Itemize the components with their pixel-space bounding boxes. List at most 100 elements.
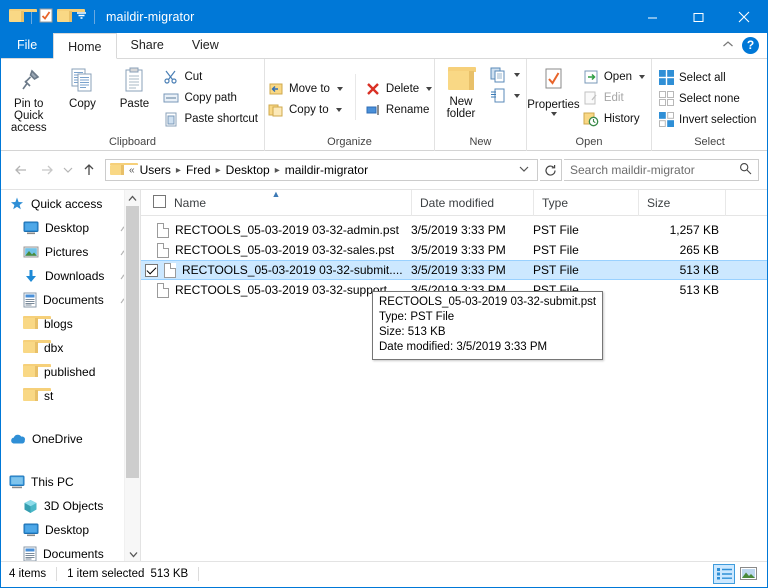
search-icon[interactable] [739, 162, 752, 178]
column-headers: ▲ Name Date modified Type Size [141, 189, 767, 216]
breadcrumb-chevron-icon[interactable]: ▸ [175, 165, 182, 176]
file-list-pane: ▲ Name Date modified Type Size RECTOOLS_… [141, 189, 767, 561]
paste-shortcut-button[interactable]: Paste shortcut [160, 108, 264, 129]
back-button[interactable] [9, 158, 33, 182]
sidebar-item-downloads[interactable]: Downloads [1, 264, 140, 288]
copy-path-button[interactable]: Copy path [160, 87, 264, 108]
easy-access-button[interactable] [487, 85, 526, 106]
sidebar-item-this-pc-desktop[interactable]: Desktop [1, 518, 140, 542]
help-button[interactable]: ? [742, 36, 759, 54]
tab-home[interactable]: Home [53, 33, 117, 59]
sidebar-item-quick-access[interactable]: Quick access [1, 192, 140, 216]
column-header-name[interactable]: ▲ Name [141, 189, 411, 216]
file-tooltip: RECTOOLS_05-03-2019 03-32-submit.pst Typ… [372, 291, 604, 360]
new-folder-icon[interactable] [57, 9, 85, 25]
ribbon-group-clipboard: Pin to Quick access Copy Paste Cut Copy … [1, 59, 264, 151]
pin-to-quick-access-button[interactable]: Pin to Quick access [1, 62, 56, 134]
address-dropdown-icon[interactable] [513, 163, 535, 177]
table-row[interactable]: RECTOOLS_05-03-2019 03-32-submit.... 3/5… [141, 260, 767, 280]
maximize-button[interactable] [675, 1, 721, 33]
select-none-button[interactable]: Select none [656, 88, 762, 109]
close-button[interactable] [721, 1, 767, 33]
scroll-down-button[interactable] [125, 546, 140, 561]
sidebar-item-st[interactable]: st [1, 384, 140, 408]
sidebar-item-3d-objects[interactable]: 3D Objects [1, 494, 140, 518]
minimize-button[interactable] [629, 1, 675, 33]
header-checkbox[interactable] [141, 194, 166, 211]
invert-selection-button[interactable]: Invert selection [656, 109, 762, 130]
table-row[interactable]: RECTOOLS_05-03-2019 03-32-admin.pst 3/5/… [141, 220, 767, 240]
column-label: Type [542, 195, 569, 210]
breadcrumb-chevron-icon-2[interactable]: ▸ [215, 165, 222, 176]
properties-icon[interactable] [39, 8, 53, 26]
sidebar-item-dbx[interactable]: dbx [1, 336, 140, 360]
recent-locations-button[interactable] [61, 158, 75, 182]
breadcrumb-fred[interactable]: Fred [182, 163, 215, 177]
table-row[interactable]: RECTOOLS_05-03-2019 03-32-sales.pst 3/5/… [141, 240, 767, 260]
sidebar-item-documents[interactable]: Documents [1, 288, 140, 312]
new-folder-icon [448, 67, 476, 93]
move-to-icon [269, 83, 283, 94]
new-folder-button[interactable]: New folder [435, 62, 487, 120]
edit-button[interactable]: Edit [580, 87, 651, 108]
rename-button[interactable]: Rename [362, 99, 438, 120]
scrollbar-thumb[interactable] [126, 206, 139, 478]
sidebar-item-desktop[interactable]: Desktop [1, 216, 140, 240]
column-header-type[interactable]: Type [533, 189, 638, 216]
large-icons-view-button[interactable] [737, 564, 759, 584]
content-area: Quick access Desktop Pictures Downloads [1, 189, 767, 561]
invert-selection-icon [659, 112, 674, 127]
arrow-left-icon [15, 165, 26, 175]
pst-file-icon [164, 262, 176, 278]
address-box[interactable]: « Users ▸ Fred ▸ Desktop ▸ maildir-migra… [105, 159, 538, 181]
column-header-date-modified[interactable]: Date modified [411, 189, 533, 216]
paste-button[interactable]: Paste [108, 62, 160, 110]
properties-button[interactable]: Properties [527, 62, 580, 116]
breadcrumb-desktop[interactable]: Desktop [222, 163, 274, 177]
documents-icon [23, 292, 37, 308]
clipboard-small-commands: Cut Copy path Paste shortcut [160, 62, 264, 129]
scroll-up-button[interactable] [125, 190, 140, 206]
properties-caret-icon[interactable] [551, 112, 558, 116]
select-all-button[interactable]: Select all [656, 67, 762, 88]
row-checkbox[interactable] [145, 263, 158, 277]
new-item-button[interactable] [487, 64, 526, 85]
up-button[interactable] [77, 158, 101, 182]
breadcrumb-overflow[interactable]: « [128, 165, 136, 176]
move-to-button[interactable]: Move to [265, 78, 349, 99]
ribbon-collapse-icon[interactable] [722, 38, 734, 52]
desktop-icon [23, 221, 39, 235]
sidebar-item-this-pc-documents[interactable]: Documents [1, 542, 140, 561]
sidebar-item-pictures[interactable]: Pictures [1, 240, 140, 264]
file-size: 1,257 KB [669, 223, 719, 237]
breadcrumb-current[interactable]: maildir-migrator [281, 163, 372, 177]
breadcrumb-users[interactable]: Users [136, 163, 175, 177]
sidebar-item-this-pc[interactable]: This PC [1, 470, 140, 494]
tab-share[interactable]: Share [117, 32, 178, 58]
copy-button[interactable]: Copy [56, 62, 108, 110]
copy-to-button[interactable]: Copy to [265, 99, 349, 120]
status-divider [56, 566, 58, 581]
breadcrumb-chevron-icon-3[interactable]: ▸ [274, 165, 281, 176]
search-input[interactable]: Search maildir-migrator [564, 159, 759, 181]
ribbon-group-open: Properties Open Edit History Open [526, 59, 651, 151]
tab-file[interactable]: File [1, 32, 54, 58]
delete-button[interactable]: Delete [362, 78, 438, 99]
customize-qat-caret-icon[interactable] [76, 10, 87, 24]
cut-button[interactable]: Cut [160, 66, 264, 87]
sidebar-item-blogs[interactable]: blogs [1, 312, 140, 336]
details-view-button[interactable] [713, 563, 735, 584]
folder-icon[interactable] [9, 9, 37, 25]
refresh-button[interactable] [540, 159, 562, 181]
forward-button[interactable] [35, 158, 59, 182]
history-button[interactable]: History [580, 108, 651, 129]
ribbon-group-new: New folder New [434, 59, 526, 151]
tab-view[interactable]: View [178, 32, 233, 58]
sidebar-item-onedrive[interactable]: OneDrive [1, 427, 140, 451]
open-button[interactable]: Open [580, 66, 651, 87]
sidebar-item-published[interactable]: published [1, 360, 140, 384]
sidebar-label: Documents [43, 293, 104, 307]
column-header-size[interactable]: Size [638, 189, 725, 216]
navigation-scrollbar[interactable] [124, 190, 140, 561]
edit-icon [584, 91, 597, 104]
